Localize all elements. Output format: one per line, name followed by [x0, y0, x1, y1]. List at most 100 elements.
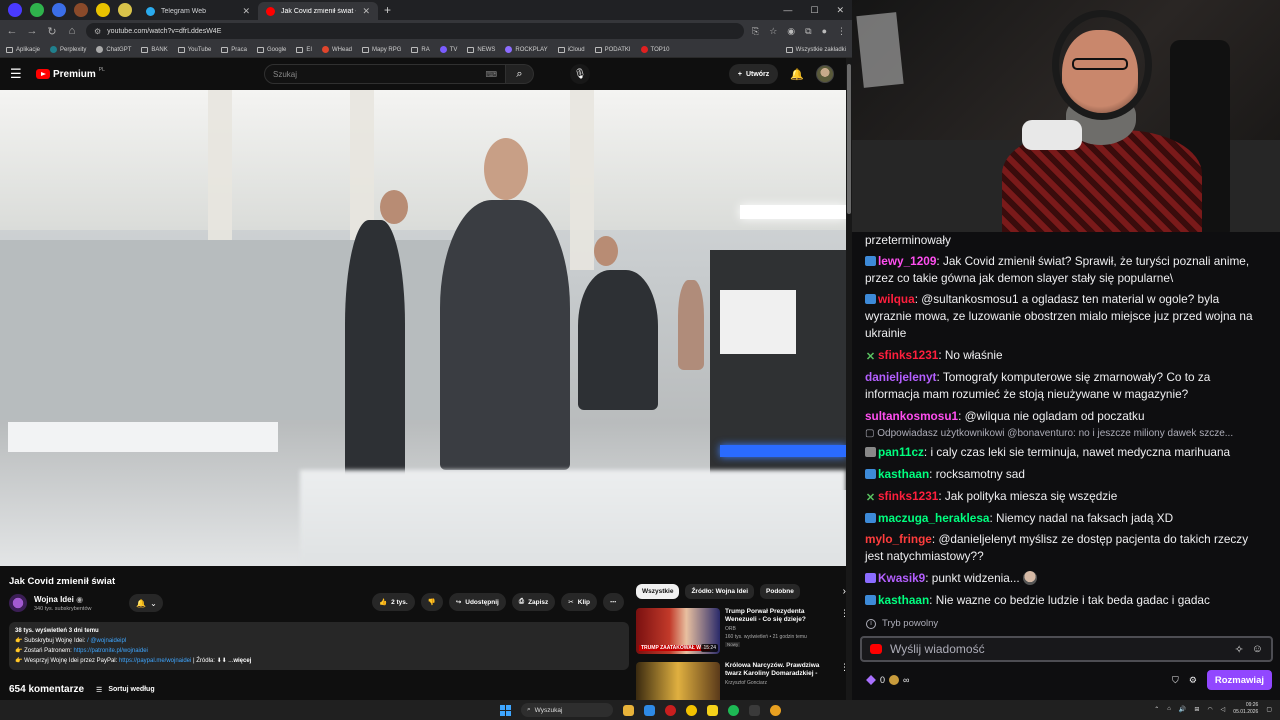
- file-explorer-icon[interactable]: [623, 704, 634, 716]
- show-more-link[interactable]: więcej: [233, 658, 251, 664]
- chat-send-button[interactable]: Rozmawiaj: [1206, 670, 1272, 690]
- language-icon[interactable]: ⊞: [1194, 706, 1199, 713]
- speaker-icon[interactable]: ◁: [1221, 706, 1226, 713]
- app-icon[interactable]: [749, 704, 760, 716]
- bookmark-folder[interactable]: iCloud: [557, 46, 585, 53]
- channel-name[interactable]: Wojna Idei ◉: [34, 595, 91, 604]
- subscription-bell-button[interactable]: 🔔 ⌄: [129, 594, 164, 612]
- opera-icon[interactable]: [665, 704, 676, 716]
- bookmark-folder[interactable]: YouTube: [177, 46, 211, 53]
- wifi-icon[interactable]: ◠: [1207, 706, 1212, 713]
- bookmark-chatgpt[interactable]: ChatGPT: [96, 46, 131, 53]
- chrome-active-icon[interactable]: [770, 704, 781, 716]
- bookmark-folder[interactable]: NEWS: [467, 46, 495, 53]
- notifications-icon[interactable]: ▢: [1266, 706, 1272, 713]
- reload-icon[interactable]: ↻: [46, 25, 58, 38]
- dislike-button[interactable]: 👎: [420, 593, 443, 611]
- all-bookmarks[interactable]: Wszystkie zakładki: [785, 46, 846, 53]
- video-description[interactable]: 38 tys. wyświetleń 3 dni temu 👉 Subskryb…: [9, 622, 629, 670]
- chip-similar[interactable]: Podobne: [760, 584, 800, 599]
- spotify-icon[interactable]: [728, 704, 739, 716]
- search-button[interactable]: ⌕: [506, 64, 534, 84]
- search-input[interactable]: Szukaj ⌨: [264, 64, 506, 84]
- channel-points[interactable]: 0 ∞: [866, 675, 909, 685]
- avatar[interactable]: [816, 65, 834, 83]
- extension-icon[interactable]: ◉: [787, 26, 795, 37]
- install-icon[interactable]: ⎘: [752, 26, 759, 37]
- description-link[interactable]: / @wojnaideipl: [87, 638, 126, 644]
- network-icon[interactable]: ⌂: [1167, 706, 1171, 712]
- bookmark-perplexity[interactable]: Perplexity: [50, 46, 86, 53]
- voice-search-button[interactable]: 🎙: [570, 64, 590, 84]
- pinned-tab-icon[interactable]: [74, 3, 88, 17]
- chat-username[interactable]: kasthaan: [878, 467, 929, 481]
- pinned-tab-icon[interactable]: [118, 3, 132, 17]
- chrome-icon[interactable]: [686, 704, 697, 716]
- address-bar[interactable]: ⚙ youtube.com/watch?v=dfrLddesW4E: [86, 23, 744, 39]
- sparkle-icon[interactable]: ✧: [1235, 643, 1244, 656]
- tab-telegram[interactable]: Telegram Web ✕: [138, 2, 258, 20]
- chat-username[interactable]: pan11cz: [878, 445, 924, 459]
- scrollbar-thumb[interactable]: [847, 64, 851, 214]
- chat-username[interactable]: maczuga_heraklesa: [878, 511, 989, 525]
- youtube-premium-logo[interactable]: Premium PL: [36, 67, 105, 80]
- bookmark-folder[interactable]: RA: [411, 46, 430, 53]
- chat-username[interactable]: sfinks1231: [878, 489, 938, 503]
- profile-icon[interactable]: ●: [822, 26, 827, 36]
- bookmark-apps[interactable]: Aplikacje: [6, 46, 40, 53]
- video-thumbnail[interactable]: [636, 662, 720, 700]
- close-icon[interactable]: ✕: [362, 6, 370, 17]
- bookmark-folder[interactable]: BANK: [141, 46, 168, 53]
- forward-icon[interactable]: →: [26, 25, 38, 37]
- bookmark-tv[interactable]: TV: [439, 46, 457, 53]
- create-button[interactable]: + Utwórz: [728, 64, 779, 84]
- windows-start-icon[interactable]: [500, 704, 511, 716]
- chip-all[interactable]: Wszystkie: [636, 584, 680, 599]
- edge-icon[interactable]: [644, 704, 655, 716]
- close-icon[interactable]: ✕: [242, 6, 250, 17]
- bookmark-star-icon[interactable]: ☆: [769, 26, 777, 37]
- bookmark-folder[interactable]: Google: [256, 46, 286, 53]
- bookmark-folder[interactable]: EI: [296, 46, 312, 53]
- maximize-icon[interactable]: ☐: [810, 5, 818, 16]
- bookmark-rockplay[interactable]: ROCKPLAY: [505, 46, 548, 53]
- pinned-tab-icon[interactable]: [52, 3, 66, 17]
- extensions-puzzle-icon[interactable]: ⧉: [805, 26, 811, 37]
- emoji-icon[interactable]: ☺: [1252, 643, 1263, 655]
- chip-source[interactable]: Źródło: Wojna Idei: [685, 584, 755, 599]
- menu-hamburger-icon[interactable]: ☰: [10, 66, 26, 82]
- description-link[interactable]: https://paypal.me/wojnaidei: [119, 658, 191, 664]
- recommended-video[interactable]: TRUMP ZAATAKOWAŁ WEN 15:24 Trump Porwał …: [636, 608, 849, 656]
- sort-button[interactable]: ☰ Sortuj według: [96, 686, 155, 694]
- bookmark-top10[interactable]: TOP10: [640, 46, 669, 53]
- pinned-tab-icon[interactable]: [96, 3, 110, 17]
- chat-username[interactable]: Kwasik9: [878, 571, 925, 585]
- close-window-icon[interactable]: ✕: [836, 5, 844, 16]
- more-actions-button[interactable]: ⋯: [603, 593, 624, 611]
- clock[interactable]: 09:26 05.01.2026: [1233, 702, 1258, 716]
- clip-button[interactable]: ✂ Klip: [561, 593, 598, 611]
- bookmark-folder[interactable]: Praca: [221, 46, 247, 53]
- volume-icon[interactable]: 🔊: [1179, 706, 1186, 713]
- sticky-notes-icon[interactable]: [707, 704, 718, 716]
- save-button[interactable]: ⎙ Zapisz: [511, 593, 556, 611]
- notifications-bell-icon[interactable]: 🔔: [790, 68, 804, 81]
- pinned-tab-icon[interactable]: [8, 3, 22, 17]
- back-icon[interactable]: ←: [6, 25, 18, 37]
- site-info-icon[interactable]: ⚙: [94, 27, 101, 36]
- share-button[interactable]: ↪ Udostępnij: [448, 593, 506, 611]
- bookmark-whead[interactable]: WHead: [322, 46, 352, 53]
- like-button[interactable]: 👍 2 tys.: [372, 593, 415, 611]
- chat-username[interactable]: wilqua: [878, 292, 915, 306]
- tab-youtube[interactable]: Jak Covid zmienił świat - YouTub ✕: [258, 2, 378, 20]
- recommended-title[interactable]: Trump Porwał Prezydenta Wenezueli - Co s…: [725, 608, 835, 624]
- description-link[interactable]: https://patronite.pl/wojnaidei: [74, 648, 148, 654]
- gear-icon[interactable]: ⚙: [1189, 675, 1197, 686]
- chevron-up-icon[interactable]: ⌃: [1154, 706, 1159, 713]
- menu-icon[interactable]: ⋮: [837, 26, 846, 37]
- channel-avatar[interactable]: [9, 594, 27, 612]
- chat-input[interactable]: Wyślij wiadomość ✧ ☺: [860, 636, 1273, 662]
- keyboard-icon[interactable]: ⌨: [485, 70, 497, 79]
- new-tab-button[interactable]: +: [384, 3, 391, 17]
- recommended-title[interactable]: Królowa Narcyzów. Prawdziwa twarz Karoli…: [725, 662, 835, 678]
